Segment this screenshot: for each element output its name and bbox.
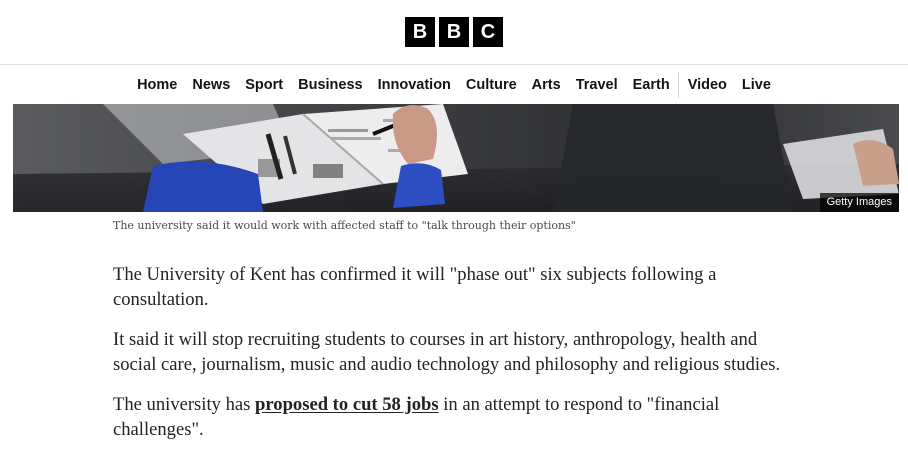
logo-letter-b2: B: [439, 17, 469, 47]
image-caption: The university said it would work with a…: [113, 219, 576, 232]
article-body: The University of Kent has confirmed it …: [113, 262, 803, 457]
article-paragraph-3: The university has proposed to cut 58 jo…: [113, 392, 803, 442]
image-credit: Getty Images: [819, 193, 899, 212]
nav-item-business[interactable]: Business: [291, 67, 370, 103]
nav-item-earth[interactable]: Earth: [625, 67, 677, 103]
nav-item-arts[interactable]: Arts: [524, 67, 568, 103]
main-nav: Home News Sport Business Innovation Cult…: [0, 66, 908, 104]
article-paragraph-2: It said it will stop recruiting students…: [113, 329, 781, 375]
proposed-job-cuts-link[interactable]: proposed to cut 58 jobs: [255, 394, 439, 415]
hero-image: Getty Images: [13, 104, 899, 212]
logo-letter-c: C: [473, 17, 503, 47]
nav-item-innovation[interactable]: Innovation: [370, 67, 458, 103]
logo-letter-b1: B: [405, 17, 435, 47]
nav-item-live[interactable]: Live: [734, 67, 778, 103]
nav-item-home[interactable]: Home: [130, 67, 185, 103]
nav-item-video[interactable]: Video: [680, 67, 734, 103]
nav-divider: [678, 72, 680, 98]
site-header: B B C: [0, 0, 908, 65]
nav-item-news[interactable]: News: [185, 67, 238, 103]
nav-item-sport[interactable]: Sport: [238, 67, 291, 103]
bbc-logo[interactable]: B B C: [405, 17, 503, 47]
hero-photo: [13, 104, 899, 212]
nav-item-culture[interactable]: Culture: [458, 67, 524, 103]
paragraph-3-lead: The university has: [113, 394, 256, 415]
nav-item-travel[interactable]: Travel: [568, 67, 625, 103]
article-paragraph-1: The University of Kent has confirmed it …: [113, 264, 717, 310]
